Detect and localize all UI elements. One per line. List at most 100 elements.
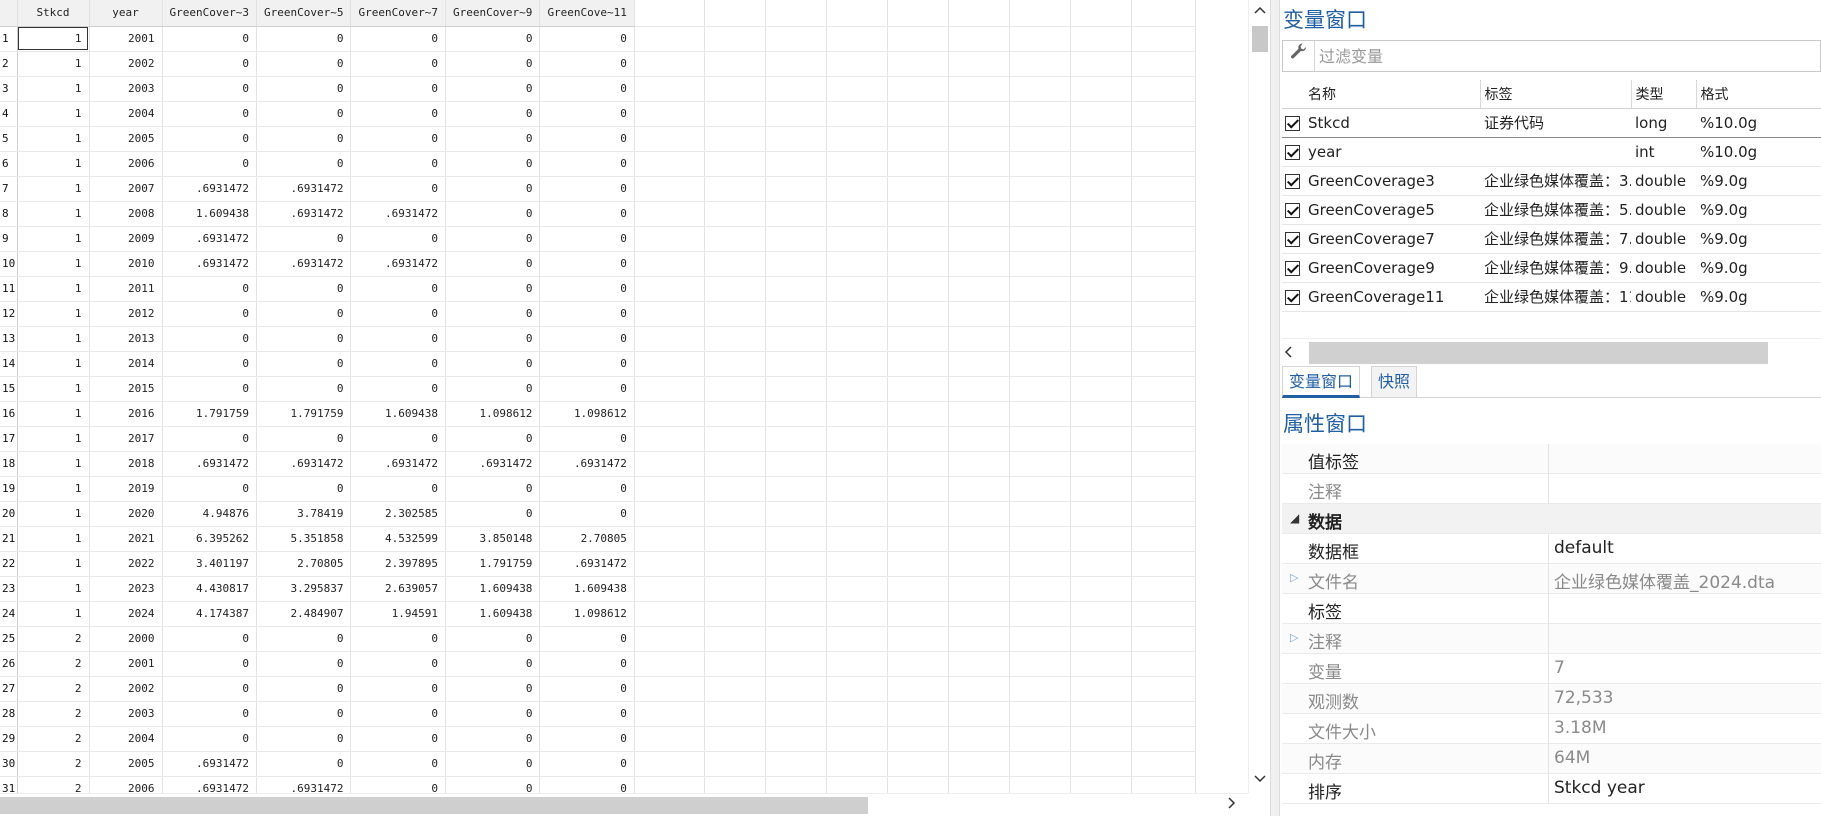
grid-empty-cell[interactable] [1009, 476, 1071, 502]
grid-cell[interactable]: 2002 [89, 51, 163, 77]
grid-cell[interactable]: 0 [539, 651, 635, 677]
grid-cell[interactable]: 2.639057 [350, 576, 446, 602]
property-row-frame[interactable]: 数据框 default [1282, 534, 1821, 564]
table-row[interactable]: 22 1 2022 3.401197 2.70805 2.397895 1.791759.6… [0, 551, 1196, 577]
grid-row-number[interactable]: 21 [0, 526, 18, 552]
grid-empty-cell[interactable] [704, 176, 766, 202]
grid-cell[interactable]: 0 [445, 301, 541, 327]
grid-empty-cell[interactable] [634, 501, 705, 527]
grid-cell[interactable]: 2 [17, 751, 90, 777]
grid-cell[interactable]: 2023 [89, 576, 163, 602]
property-row-file-size[interactable]: 文件大小 3.18M [1282, 714, 1821, 744]
grid-empty-cell[interactable] [1070, 651, 1132, 677]
grid-empty-cell[interactable] [765, 526, 827, 552]
grid-cell[interactable]: 0 [445, 426, 541, 452]
grid-empty-cell[interactable] [948, 76, 1010, 102]
grid-row-number[interactable]: 30 [0, 751, 18, 777]
grid-cell[interactable]: 2008 [89, 201, 163, 227]
grid-empty-cell[interactable] [1009, 326, 1071, 352]
grid-cell[interactable]: 0 [350, 276, 446, 302]
variable-filter-box[interactable] [1282, 40, 1821, 72]
table-row[interactable]: 1 1 2001 0 0 0 0 0 [0, 26, 1196, 52]
variables-horizontal-scroll-thumb[interactable] [1309, 342, 1768, 364]
grid-cell[interactable]: 0 [539, 701, 635, 727]
grid-cell[interactable]: 0 [162, 151, 257, 177]
grid-cell[interactable]: 0 [350, 626, 446, 652]
grid-empty-cell[interactable] [634, 726, 705, 752]
grid-cell[interactable]: 0 [350, 176, 446, 202]
grid-cell[interactable]: 4.532599 [350, 526, 446, 552]
grid-empty-cell[interactable] [634, 576, 705, 602]
grid-empty-cell[interactable] [887, 376, 949, 402]
grid-empty-cell[interactable] [1070, 176, 1132, 202]
grid-empty-cell[interactable] [948, 26, 1010, 52]
grid-empty-cell[interactable] [948, 776, 1010, 793]
grid-cell[interactable]: 1 [17, 26, 90, 52]
grid-empty-cell[interactable] [1070, 426, 1132, 452]
grid-cell[interactable]: 0 [350, 776, 446, 793]
grid-empty-cell[interactable] [948, 251, 1010, 277]
variable-visible-checkbox[interactable] [1282, 224, 1304, 254]
grid-empty-cell[interactable] [634, 626, 705, 652]
grid-empty-cell[interactable] [704, 376, 766, 402]
grid-empty-cell[interactable] [1070, 76, 1132, 102]
grid-empty-cell[interactable] [1070, 576, 1132, 602]
variable-visible-checkbox[interactable] [1282, 166, 1304, 196]
grid-empty-cell[interactable] [1070, 26, 1132, 52]
grid-empty-cell[interactable] [1131, 776, 1196, 793]
table-row[interactable]: 2 1 2002 0 0 0 0 0 [0, 51, 1196, 77]
grid-cell[interactable]: 2021 [89, 526, 163, 552]
grid-empty-cell[interactable] [1009, 26, 1071, 52]
grid-cell[interactable]: 0 [350, 726, 446, 752]
grid-cell[interactable]: 2002 [89, 676, 163, 702]
checkbox-checked-icon[interactable] [1285, 231, 1300, 247]
grid-empty-cell[interactable] [948, 601, 1010, 627]
grid-empty-cell[interactable] [704, 226, 766, 252]
chevron-down-icon[interactable] [1249, 769, 1271, 793]
grid-cell[interactable]: 2011 [89, 276, 163, 302]
variables-header-name[interactable]: 名称 [1304, 80, 1481, 109]
grid-cell[interactable]: 1.94591 [350, 601, 446, 627]
wrench-icon[interactable] [1283, 41, 1315, 71]
expand-triangle-icon[interactable]: ▷ [1290, 571, 1298, 584]
grid-empty-cell[interactable] [948, 751, 1010, 777]
grid-cell[interactable]: 1.609438 [162, 201, 257, 227]
grid-empty-cell[interactable] [948, 476, 1010, 502]
grid-cell[interactable]: 0 [539, 226, 635, 252]
variable-row[interactable]: GreenCoverage7 企业绿色媒体覆盖：7... double %9.0g [1282, 224, 1821, 254]
grid-empty-cell[interactable] [1131, 501, 1196, 527]
grid-horizontal-scrollbar[interactable] [0, 793, 1248, 816]
grid-empty-cell[interactable] [765, 26, 827, 52]
grid-empty-cell[interactable] [634, 126, 705, 152]
checkbox-checked-icon[interactable] [1285, 260, 1300, 276]
grid-cell[interactable]: 1 [17, 501, 90, 527]
grid-empty-cell[interactable] [887, 176, 949, 202]
grid-cell[interactable]: 1 [17, 426, 90, 452]
grid-empty-cell[interactable] [1009, 176, 1071, 202]
grid-cell[interactable]: 2006 [89, 151, 163, 177]
grid-empty-cell[interactable] [765, 226, 827, 252]
grid-cell[interactable]: 0 [162, 351, 257, 377]
grid-empty-cell[interactable] [1009, 451, 1071, 477]
grid-cell[interactable]: 0 [162, 326, 257, 352]
grid-row-number[interactable]: 19 [0, 476, 18, 502]
grid-cell[interactable]: 1 [17, 126, 90, 152]
grid-empty-cell[interactable] [1070, 501, 1132, 527]
grid-empty-cell[interactable] [765, 676, 827, 702]
grid-cell[interactable]: 0 [256, 101, 352, 127]
grid-cell[interactable]: 0 [256, 651, 352, 677]
grid-empty-cell[interactable] [826, 376, 888, 402]
grid-empty-cell[interactable] [704, 101, 766, 127]
grid-empty-cell[interactable] [1131, 326, 1196, 352]
grid-cell[interactable]: 0 [445, 26, 541, 52]
grid-cell[interactable]: 0 [162, 301, 257, 327]
table-row[interactable]: 3 1 2003 0 0 0 0 0 [0, 76, 1196, 102]
grid-row-number[interactable]: 13 [0, 326, 18, 352]
grid-empty-cell[interactable] [1070, 626, 1132, 652]
grid-cell[interactable]: 1 [17, 251, 90, 277]
grid-column-header[interactable]: GreenCover~3 [162, 0, 257, 27]
grid-cell[interactable]: 0 [539, 26, 635, 52]
grid-cell[interactable]: 0 [539, 126, 635, 152]
grid-cell[interactable]: 0 [256, 376, 352, 402]
grid-cell[interactable]: 1 [17, 376, 90, 402]
